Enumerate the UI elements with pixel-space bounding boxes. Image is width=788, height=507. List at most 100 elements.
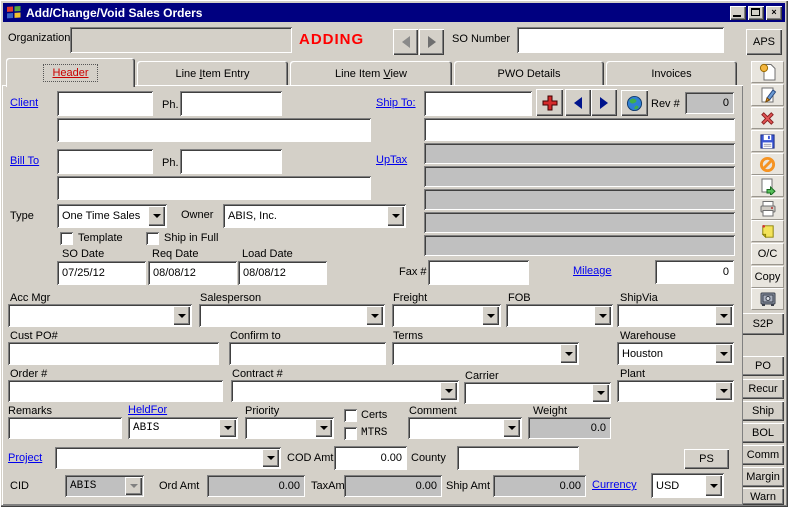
heldfor-link[interactable]: HeldFor <box>128 404 167 416</box>
freight-dropdown[interactable] <box>392 304 501 327</box>
ship-in-full-checkbox[interactable] <box>146 232 159 245</box>
confirm-to-input[interactable] <box>229 342 386 365</box>
prev-so-button[interactable] <box>393 29 418 55</box>
add-ship-to-button[interactable] <box>536 89 563 116</box>
ship-to-prev-button[interactable] <box>565 89 591 116</box>
close-button[interactable]: × <box>766 6 782 20</box>
client-name-input[interactable] <box>57 118 371 142</box>
oc-button[interactable]: O/C <box>751 243 784 265</box>
project-link[interactable]: Project <box>8 452 42 464</box>
acc-mgr-dropdown[interactable] <box>8 304 192 327</box>
po-button[interactable]: PO <box>742 356 784 376</box>
so-date-input[interactable]: 07/25/12 <box>57 261 146 285</box>
next-so-button[interactable] <box>419 29 444 55</box>
fax-input[interactable] <box>428 260 529 285</box>
remarks-input[interactable] <box>8 417 122 439</box>
aps-button[interactable]: APS <box>746 29 782 55</box>
chevron-down-icon[interactable] <box>560 344 577 363</box>
chevron-down-icon[interactable] <box>482 306 499 325</box>
s2p-button[interactable]: S2P <box>742 313 784 335</box>
tab-header[interactable]: Header <box>6 58 135 87</box>
currency-link[interactable]: Currency <box>592 479 637 491</box>
plant-dropdown[interactable] <box>617 380 734 402</box>
cust-po-input[interactable] <box>8 342 219 365</box>
client-phone-input[interactable] <box>180 91 282 116</box>
ship-to-next-button[interactable] <box>591 89 617 116</box>
chevron-down-icon[interactable] <box>705 475 722 496</box>
client-link[interactable]: Client <box>10 97 38 109</box>
ps-button[interactable]: PS <box>684 449 729 469</box>
bill-to-name-input[interactable] <box>57 176 371 200</box>
tab-invoices[interactable]: Invoices <box>606 61 737 86</box>
uptax-link[interactable]: UpTax <box>376 154 407 166</box>
warehouse-dropdown[interactable]: Houston <box>617 342 734 365</box>
terms-dropdown[interactable] <box>392 342 579 365</box>
req-date-input[interactable]: 08/08/12 <box>148 261 237 285</box>
salesperson-dropdown[interactable] <box>199 304 385 327</box>
chevron-down-icon[interactable] <box>594 306 611 325</box>
client-id-input[interactable] <box>57 91 153 116</box>
print-button[interactable] <box>751 198 784 220</box>
chevron-down-icon[interactable] <box>715 306 732 325</box>
ship-to-id-input[interactable] <box>424 91 532 116</box>
order-number-input[interactable] <box>8 380 223 402</box>
chevron-down-icon[interactable] <box>440 382 457 400</box>
copy-button[interactable]: Copy <box>751 266 784 288</box>
chevron-down-icon[interactable] <box>262 449 279 467</box>
new-record-button[interactable] <box>751 61 784 83</box>
chevron-down-icon[interactable] <box>387 206 404 226</box>
recur-button[interactable]: Recur <box>742 379 784 399</box>
contract-number-dropdown[interactable] <box>231 380 459 402</box>
chevron-down-icon[interactable] <box>315 419 332 437</box>
warn-button[interactable]: Warn <box>742 488 784 505</box>
currency-dropdown[interactable]: USD <box>651 473 724 498</box>
mileage-input[interactable]: 0 <box>655 260 734 284</box>
so-number-input[interactable] <box>517 27 724 53</box>
vault-button[interactable] <box>751 288 784 310</box>
cancel-button[interactable] <box>751 153 784 175</box>
shipvia-dropdown[interactable] <box>617 304 734 327</box>
heldfor-dropdown[interactable]: ABIS <box>128 417 238 439</box>
edit-record-button[interactable] <box>751 84 784 106</box>
organization-input[interactable] <box>70 27 292 53</box>
carrier-dropdown[interactable] <box>464 382 611 404</box>
county-input[interactable] <box>457 446 579 470</box>
ship-button[interactable]: Ship <box>742 401 784 421</box>
note-button[interactable] <box>751 220 784 242</box>
cod-amt-input[interactable]: 0.00 <box>334 446 407 470</box>
chevron-down-icon[interactable] <box>592 384 609 402</box>
certs-checkbox[interactable] <box>344 409 357 422</box>
owner-dropdown[interactable]: ABIS, Inc. <box>223 204 406 228</box>
project-dropdown[interactable] <box>55 447 281 469</box>
ship-to-name-input[interactable] <box>424 118 735 141</box>
type-dropdown[interactable]: One Time Sales <box>57 204 167 228</box>
margin-button[interactable]: Margin <box>742 467 784 487</box>
save-button[interactable] <box>751 130 784 152</box>
maximize-button[interactable] <box>748 6 764 20</box>
delete-record-button[interactable] <box>751 107 784 129</box>
chevron-down-icon[interactable] <box>715 382 732 400</box>
tab-line-item-entry[interactable]: Line Item Entry <box>137 61 288 86</box>
chevron-down-icon[interactable] <box>715 344 732 363</box>
priority-dropdown[interactable] <box>245 417 334 439</box>
chevron-down-icon[interactable] <box>366 306 383 325</box>
template-checkbox[interactable] <box>60 232 73 245</box>
mtrs-checkbox[interactable] <box>344 427 357 440</box>
comment-dropdown[interactable] <box>408 417 522 439</box>
tab-line-item-view[interactable]: Line Item View <box>290 61 452 86</box>
bill-phone-input[interactable] <box>180 149 282 174</box>
chevron-down-icon[interactable] <box>173 306 190 325</box>
bill-to-link[interactable]: Bill To <box>10 155 39 167</box>
minimize-button[interactable] <box>730 6 746 20</box>
ship-to-link[interactable]: Ship To: <box>376 97 416 109</box>
chevron-down-icon[interactable] <box>219 419 236 437</box>
fob-dropdown[interactable] <box>506 304 613 327</box>
chevron-down-icon[interactable] <box>148 206 165 226</box>
tab-pwo-details[interactable]: PWO Details <box>454 61 604 86</box>
mileage-link[interactable]: Mileage <box>573 265 612 277</box>
bill-to-id-input[interactable] <box>57 149 153 174</box>
bol-button[interactable]: BOL <box>742 423 784 443</box>
map-button[interactable] <box>621 90 648 116</box>
chevron-down-icon[interactable] <box>503 419 520 437</box>
comm-button[interactable]: Comm <box>742 445 784 465</box>
